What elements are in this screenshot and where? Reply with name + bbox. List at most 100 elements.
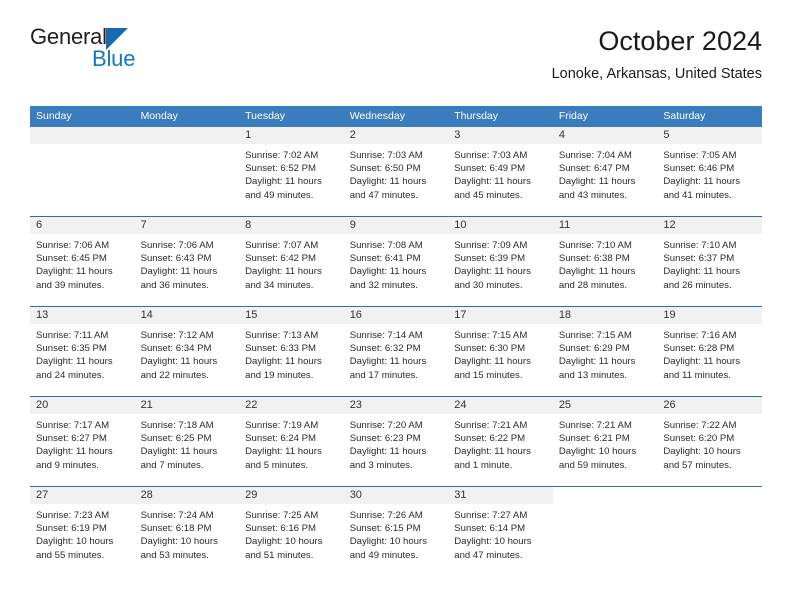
day-cell-17[interactable]: 17 Sunrise: 7:15 AM Sunset: 6:30 PM Dayligh… <box>448 307 553 396</box>
sunrise-text: Sunrise: 7:07 AM <box>245 240 319 251</box>
day-number: 30 <box>343 487 449 504</box>
day-sun-info: Sunrise: 7:02 AM Sunset: 6:52 PM Daylight:… <box>239 144 344 202</box>
sunrise-text: Sunrise: 7:15 AM <box>558 330 632 341</box>
calendar-day-cell: 14 Sunrise: 7:12 AM Sunset: 6:34 PM Dayligh… <box>134 306 240 397</box>
daylight-text-line2: and 7 minutes. <box>140 459 204 471</box>
daylight-text-line1: Daylight: 11 hours <box>245 446 322 458</box>
calendar-day-cell: 16 Sunrise: 7:14 AM Sunset: 6:32 PM Dayligh… <box>343 306 449 397</box>
weekday-header-sunday: Sunday <box>30 106 135 127</box>
sunrise-text: Sunrise: 7:08 AM <box>349 240 423 251</box>
day-sun-info: Sunrise: 7:05 AM Sunset: 6:46 PM Daylight:… <box>657 144 762 202</box>
day-sun-info: Sunrise: 7:25 AM Sunset: 6:16 PM Daylight:… <box>239 504 344 562</box>
day-cell-1[interactable]: 1 Sunrise: 7:02 AM Sunset: 6:52 PM Daylight… <box>239 127 344 216</box>
day-sun-info: Sunrise: 7:06 AM Sunset: 6:45 PM Daylight:… <box>30 234 135 292</box>
day-cell-15[interactable]: 15 Sunrise: 7:13 AM Sunset: 6:33 PM Dayligh… <box>239 307 344 396</box>
sunrise-text: Sunrise: 7:02 AM <box>245 150 319 161</box>
day-cell-18[interactable]: 18 Sunrise: 7:15 AM Sunset: 6:29 PM Dayligh… <box>552 307 658 396</box>
day-cell-27[interactable]: 27 Sunrise: 7:23 AM Sunset: 6:19 PM Dayligh… <box>30 487 135 576</box>
day-cell-30[interactable]: 30 Sunrise: 7:26 AM Sunset: 6:15 PM Dayligh… <box>343 487 449 576</box>
sunrise-text: Sunrise: 7:13 AM <box>245 330 319 341</box>
day-cell-12[interactable]: 12 Sunrise: 7:10 AM Sunset: 6:37 PM Dayligh… <box>657 217 762 306</box>
calendar-day-cell: 20 Sunrise: 7:17 AM Sunset: 6:27 PM Dayligh… <box>30 396 135 487</box>
day-cell-25[interactable]: 25 Sunrise: 7:21 AM Sunset: 6:21 PM Dayligh… <box>552 397 658 486</box>
day-cell-29[interactable]: 29 Sunrise: 7:25 AM Sunset: 6:16 PM Dayligh… <box>239 487 344 576</box>
day-cell-14[interactable]: 14 Sunrise: 7:12 AM Sunset: 6:34 PM Dayligh… <box>134 307 240 396</box>
day-cell-4[interactable]: 4 Sunrise: 7:04 AM Sunset: 6:47 PM Daylight… <box>552 127 658 216</box>
day-cell-20[interactable]: 20 Sunrise: 7:17 AM Sunset: 6:27 PM Dayligh… <box>30 397 135 486</box>
day-cell-22[interactable]: 22 Sunrise: 7:19 AM Sunset: 6:24 PM Dayligh… <box>239 397 344 486</box>
day-number: 4 <box>552 127 658 144</box>
day-cell-9[interactable]: 9 Sunrise: 7:08 AM Sunset: 6:41 PM Daylight… <box>343 217 449 306</box>
daylight-text-line1: Daylight: 11 hours <box>663 176 740 188</box>
calendar-day-cell <box>30 127 135 217</box>
day-cell-10[interactable]: 10 Sunrise: 7:09 AM Sunset: 6:39 PM Dayligh… <box>448 217 553 306</box>
daylight-text-line1: Daylight: 11 hours <box>558 266 636 278</box>
daylight-text-line2: and 55 minutes. <box>36 549 105 561</box>
daylight-text-line1: Daylight: 11 hours <box>245 176 322 188</box>
day-sun-info: Sunrise: 7:04 AM Sunset: 6:47 PM Daylight:… <box>553 144 658 202</box>
sunset-text: Sunset: 6:49 PM <box>454 163 526 175</box>
daylight-text-line1: Daylight: 11 hours <box>349 176 427 188</box>
calendar-header-row: Sunday Monday Tuesday Wednesday Thursday… <box>30 106 762 127</box>
day-cell-19[interactable]: 19 Sunrise: 7:16 AM Sunset: 6:28 PM Dayligh… <box>657 307 762 396</box>
day-cell-11[interactable]: 11 Sunrise: 7:10 AM Sunset: 6:38 PM Dayligh… <box>552 217 658 306</box>
day-cell-7[interactable]: 7 Sunrise: 7:06 AM Sunset: 6:43 PM Daylight… <box>134 217 240 306</box>
daylight-text-line1: Daylight: 11 hours <box>558 356 636 368</box>
day-cell-8[interactable]: 8 Sunrise: 7:07 AM Sunset: 6:42 PM Daylight… <box>239 217 344 306</box>
day-cell-26[interactable]: 26 Sunrise: 7:22 AM Sunset: 6:20 PM Dayligh… <box>657 397 762 486</box>
daylight-text-line1: Daylight: 11 hours <box>663 356 740 368</box>
daylight-text-line2: and 51 minutes. <box>245 549 314 561</box>
day-number: 25 <box>552 397 658 414</box>
day-cell-3[interactable]: 3 Sunrise: 7:03 AM Sunset: 6:49 PM Daylight… <box>448 127 553 216</box>
sunrise-text: Sunrise: 7:22 AM <box>663 420 737 431</box>
day-sun-info: Sunrise: 7:10 AM Sunset: 6:37 PM Daylight:… <box>657 234 762 292</box>
day-cell-23[interactable]: 23 Sunrise: 7:20 AM Sunset: 6:23 PM Dayligh… <box>343 397 449 486</box>
daylight-text-line2: and 49 minutes. <box>349 549 418 561</box>
sunset-text: Sunset: 6:33 PM <box>245 343 317 355</box>
day-number <box>553 487 658 504</box>
weekday-header-wednesday: Wednesday <box>343 106 449 127</box>
calendar-day-cell: 26 Sunrise: 7:22 AM Sunset: 6:20 PM Dayligh… <box>657 396 762 487</box>
day-cell-21[interactable]: 21 Sunrise: 7:18 AM Sunset: 6:25 PM Dayligh… <box>134 397 240 486</box>
day-cell-empty <box>134 127 240 216</box>
daylight-text-line1: Daylight: 10 hours <box>140 536 218 548</box>
sunrise-text: Sunrise: 7:25 AM <box>245 510 319 521</box>
day-cell-2[interactable]: 2 Sunrise: 7:03 AM Sunset: 6:50 PM Daylight… <box>343 127 449 216</box>
sunrise-sunset-calendar-table: Sunday Monday Tuesday Wednesday Thursday… <box>30 106 762 576</box>
daylight-text-line2: and 41 minutes. <box>663 189 732 201</box>
calendar-day-cell: 19 Sunrise: 7:16 AM Sunset: 6:28 PM Dayligh… <box>657 306 762 397</box>
day-cell-16[interactable]: 16 Sunrise: 7:14 AM Sunset: 6:32 PM Dayligh… <box>343 307 449 396</box>
day-sun-info: Sunrise: 7:13 AM Sunset: 6:33 PM Daylight:… <box>239 324 344 382</box>
day-sun-info: Sunrise: 7:11 AM Sunset: 6:35 PM Daylight:… <box>30 324 135 382</box>
day-sun-info: Sunrise: 7:12 AM Sunset: 6:34 PM Daylight:… <box>135 324 240 382</box>
sunrise-text: Sunrise: 7:15 AM <box>454 330 528 341</box>
calendar-day-cell: 29 Sunrise: 7:25 AM Sunset: 6:16 PM Dayligh… <box>239 486 344 576</box>
day-sun-info: Sunrise: 7:26 AM Sunset: 6:15 PM Daylight:… <box>344 504 449 562</box>
sunset-text: Sunset: 6:16 PM <box>245 523 317 535</box>
day-sun-info: Sunrise: 7:06 AM Sunset: 6:43 PM Daylight:… <box>135 234 240 292</box>
daylight-text-line2: and 5 minutes. <box>245 459 309 471</box>
daylight-text-line2: and 30 minutes. <box>454 279 523 291</box>
daylight-text-line2: and 49 minutes. <box>245 189 314 201</box>
sunset-text: Sunset: 6:19 PM <box>36 523 107 535</box>
day-cell-13[interactable]: 13 Sunrise: 7:11 AM Sunset: 6:35 PM Dayligh… <box>30 307 135 396</box>
day-sun-info: Sunrise: 7:15 AM Sunset: 6:29 PM Daylight:… <box>553 324 658 382</box>
day-number: 17 <box>448 307 553 324</box>
daylight-text-line1: Daylight: 10 hours <box>245 536 323 548</box>
generalblue-logo[interactable]: General Blue <box>30 26 270 86</box>
daylight-text-line1: Daylight: 11 hours <box>454 266 531 278</box>
calendar-day-cell: 23 Sunrise: 7:20 AM Sunset: 6:23 PM Dayligh… <box>343 396 449 487</box>
daylight-text-line1: Daylight: 11 hours <box>454 356 531 368</box>
weekday-header-monday: Monday <box>134 106 240 127</box>
calendar-day-cell: 21 Sunrise: 7:18 AM Sunset: 6:25 PM Dayligh… <box>134 396 240 487</box>
sunrise-text: Sunrise: 7:16 AM <box>663 330 737 341</box>
day-cell-6[interactable]: 6 Sunrise: 7:06 AM Sunset: 6:45 PM Daylight… <box>30 217 135 306</box>
day-cell-24[interactable]: 24 Sunrise: 7:21 AM Sunset: 6:22 PM Dayligh… <box>448 397 553 486</box>
daylight-text-line1: Daylight: 10 hours <box>36 536 114 548</box>
day-sun-info: Sunrise: 7:07 AM Sunset: 6:42 PM Daylight:… <box>239 234 344 292</box>
day-cell-5[interactable]: 5 Sunrise: 7:05 AM Sunset: 6:46 PM Daylight… <box>657 127 762 216</box>
daylight-text-line1: Daylight: 11 hours <box>663 266 740 278</box>
sunrise-text: Sunrise: 7:27 AM <box>454 510 528 521</box>
day-cell-28[interactable]: 28 Sunrise: 7:24 AM Sunset: 6:18 PM Dayligh… <box>134 487 240 576</box>
day-cell-31[interactable]: 31 Sunrise: 7:27 AM Sunset: 6:14 PM Dayligh… <box>448 487 553 576</box>
